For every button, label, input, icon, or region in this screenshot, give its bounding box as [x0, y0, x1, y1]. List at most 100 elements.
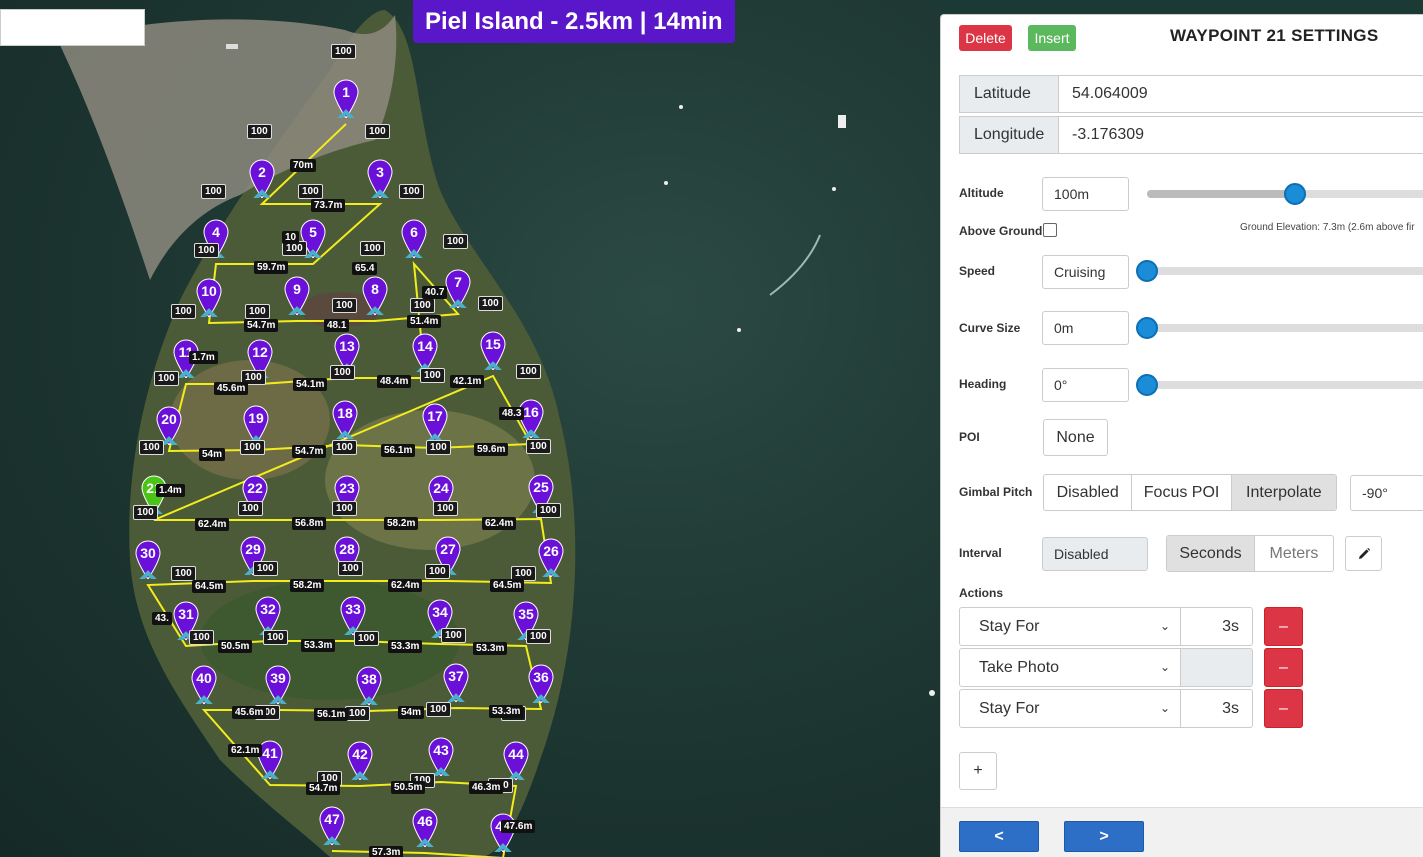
waypoint-number: 20	[161, 411, 177, 427]
heading-slider[interactable]	[1147, 381, 1423, 389]
remove-action-button[interactable]: –	[1264, 607, 1303, 646]
pencil-icon	[1358, 547, 1370, 559]
waypoint-altitude-badge: 100	[338, 561, 363, 576]
waypoint-marker[interactable]: 8 100	[360, 241, 389, 315]
heading-input[interactable]: 0°	[1042, 368, 1129, 402]
waypoint-altitude-badge: 100	[426, 702, 451, 717]
waypoint-marker[interactable]: 2 100	[247, 124, 276, 198]
add-action-button[interactable]: +	[959, 752, 997, 790]
waypoint-marker[interactable]: 36 100	[526, 629, 555, 703]
distance-label: 1.7m	[189, 351, 218, 364]
longitude-input[interactable]: -3.176309	[1059, 117, 1423, 153]
altitude-input[interactable]: 100m	[1042, 177, 1129, 211]
waypoint-marker[interactable]: 9 100	[282, 241, 311, 315]
waypoint-marker[interactable]: 14 100	[410, 298, 439, 372]
waypoint-marker[interactable]: 20 100	[154, 371, 183, 445]
gimbal-pitch-input[interactable]: -90°	[1350, 475, 1423, 511]
delete-button[interactable]: Delete	[959, 25, 1012, 51]
waypoint-marker[interactable]: 38 100	[354, 631, 383, 705]
waypoint-number: 44	[508, 746, 524, 762]
latitude-input[interactable]: 54.064009	[1059, 76, 1423, 112]
action-type-select[interactable]: Stay For ⌄	[959, 689, 1181, 728]
distance-label: 56.1m	[314, 708, 349, 721]
distance-label: 10	[282, 231, 300, 244]
altitude-slider-thumb[interactable]	[1283, 183, 1306, 205]
gimbal-disabled-button[interactable]: Disabled	[1044, 475, 1133, 510]
waypoint-marker[interactable]: 10 100	[194, 243, 223, 317]
distance-label: 53.3m	[301, 639, 336, 652]
waypoint-altitude-badge: 100	[426, 440, 451, 455]
next-waypoint-button[interactable]: >	[1064, 821, 1144, 852]
waypoint-altitude-badge: 100	[360, 241, 385, 256]
waypoint-marker[interactable]: 33 100	[338, 561, 367, 635]
action-value-input[interactable]: 3s	[1180, 689, 1253, 728]
boat	[832, 187, 836, 191]
waypoint-number: 42	[352, 746, 368, 762]
distance-label: 46.3m	[469, 781, 504, 794]
waypoint-marker[interactable]: 32 100	[253, 561, 282, 635]
waypoint-number: 38	[361, 671, 377, 687]
heading-slider-thumb[interactable]	[1136, 374, 1158, 396]
waypoint-marker[interactable]: 30 100	[133, 505, 162, 579]
waypoint-altitude-badge: 100	[331, 44, 356, 59]
waypoint-marker[interactable]: 47 100	[317, 771, 346, 845]
waypoint-number: 43	[433, 742, 449, 758]
previous-waypoint-button[interactable]: <	[959, 821, 1039, 852]
waypoint-marker[interactable]: 6 100	[399, 184, 428, 258]
gimbal-mode-group: Disabled Focus POI Interpolate	[1043, 474, 1337, 511]
map-search-box[interactable]	[0, 9, 145, 46]
waypoint-number: 24	[433, 480, 449, 496]
action-value-input[interactable]: 3s	[1180, 607, 1253, 646]
waypoint-marker[interactable]: 19 100	[241, 370, 270, 444]
curve-size-slider[interactable]	[1147, 324, 1423, 332]
gimbal-interpolate-button[interactable]: Interpolate	[1231, 475, 1336, 510]
speed-input[interactable]: Cruising	[1042, 255, 1129, 289]
gimbal-focus-poi-button[interactable]: Focus POI	[1132, 475, 1232, 510]
action-type-select[interactable]: Stay For ⌄	[959, 607, 1181, 646]
interval-meters-button[interactable]: Meters	[1255, 536, 1333, 571]
interval-input: Disabled	[1042, 537, 1148, 571]
remove-action-button[interactable]: –	[1264, 689, 1303, 728]
waypoint-altitude-badge: 100	[330, 365, 355, 380]
distance-label: 56.8m	[292, 517, 327, 530]
above-ground-checkbox[interactable]	[1043, 223, 1057, 237]
curve-size-input[interactable]: 0m	[1042, 311, 1129, 345]
waypoint-marker[interactable]: 18 100	[330, 365, 359, 439]
waypoint-marker[interactable]: 37 100	[441, 628, 470, 702]
waypoint-marker[interactable]: 40 100	[189, 630, 218, 704]
edit-interval-button[interactable]	[1345, 536, 1382, 571]
waypoint-marker[interactable]: 44100	[501, 706, 530, 780]
waypoint-marker[interactable]: 3 100	[365, 124, 394, 198]
speed-label: Speed	[959, 264, 996, 278]
distance-label: 62.4m	[482, 517, 517, 530]
boat	[226, 44, 238, 49]
waypoint-marker[interactable]: 15 100	[478, 296, 507, 370]
insert-button[interactable]: Insert	[1028, 25, 1076, 51]
waypoint-marker[interactable]: 17 100	[420, 368, 449, 442]
chevron-down-icon: ⌄	[1159, 660, 1170, 674]
waypoint-marker[interactable]: 39 100	[263, 630, 292, 704]
waypoint-altitude-badge: 100	[263, 630, 288, 645]
actions-label: Actions	[959, 586, 1004, 600]
distance-label: 58.2m	[384, 517, 419, 530]
waypoint-altitude-badge: 100	[526, 629, 551, 644]
waypoint-marker[interactable]: 43 100	[426, 702, 455, 776]
poi-select-button[interactable]: None	[1043, 419, 1108, 456]
waypoint-marker[interactable]: 1 100	[331, 44, 360, 118]
waypoint-marker[interactable]: 46100	[410, 773, 439, 847]
waypoint-marker[interactable]: 26 100	[536, 503, 565, 577]
waypoint-number: 5	[309, 224, 317, 240]
speed-slider[interactable]	[1147, 267, 1423, 275]
waypoint-marker[interactable]: 42 100	[345, 706, 374, 780]
boat-wake	[769, 234, 821, 296]
longitude-row: Longitude -3.176309	[959, 116, 1423, 154]
action-type-select[interactable]: Take Photo ⌄	[959, 648, 1181, 687]
map-view[interactable]: Piel Island - 2.5km | 14min 1 100 2 100 3 100…	[0, 0, 940, 857]
interval-seconds-button[interactable]: Seconds	[1167, 536, 1255, 571]
waypoint-marker[interactable]: 7 100	[443, 234, 472, 308]
remove-action-button[interactable]: –	[1264, 648, 1303, 687]
interval-label: Interval	[959, 546, 1002, 560]
speed-slider-thumb[interactable]	[1136, 260, 1158, 282]
curve-size-slider-thumb[interactable]	[1136, 317, 1158, 339]
waypoint-altitude-badge: 100	[441, 628, 466, 643]
